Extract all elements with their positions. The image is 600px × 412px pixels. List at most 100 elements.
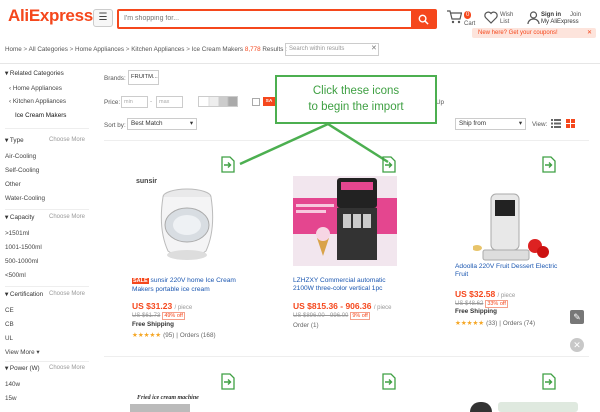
product-card[interactable]: LZHZXY Commercial automatic 2100W three-… bbox=[293, 176, 405, 336]
import-icon bbox=[542, 156, 556, 173]
import-product-button[interactable] bbox=[541, 373, 557, 392]
cart-button[interactable] bbox=[446, 10, 463, 26]
product-title[interactable]: Adoolla 220V Fruit Dessert Electric Frui… bbox=[455, 263, 560, 278]
divider bbox=[0, 63, 600, 64]
product-rating[interactable]: ★★★★★ (95) | Orders (168) bbox=[132, 331, 216, 339]
sale-badge: SALE bbox=[132, 278, 149, 284]
sidebar-item-kitchen-appliances[interactable]: ‹ Kitchen Appliances bbox=[9, 98, 66, 105]
search-input[interactable] bbox=[121, 11, 411, 27]
sidebar-item-ice-cream-makers[interactable]: Ice Cream Makers bbox=[15, 112, 66, 119]
product-image[interactable] bbox=[130, 404, 190, 412]
import-product-button[interactable] bbox=[381, 156, 397, 175]
up-label: Up bbox=[436, 99, 445, 106]
type-option[interactable]: Water-Cooling bbox=[5, 195, 45, 202]
import-product-button[interactable] bbox=[381, 373, 397, 392]
price-range-histogram[interactable] bbox=[198, 96, 238, 107]
close-icon[interactable]: ✕ bbox=[587, 28, 592, 38]
product-image-caption: Fried ice cream machine bbox=[137, 395, 199, 401]
price-min-input[interactable]: min bbox=[121, 96, 148, 108]
brand-chip[interactable]: FRUITM... bbox=[128, 70, 159, 85]
account-button[interactable] bbox=[527, 11, 540, 27]
product-title[interactable]: SALE sunsir 220V home Ice Cream Makers p… bbox=[132, 277, 240, 293]
type-option[interactable]: Air-Cooling bbox=[5, 153, 36, 160]
ship-from-select[interactable]: Ship from ▾ bbox=[455, 118, 526, 130]
coupon-text[interactable]: New here? Get your coupons! bbox=[478, 30, 558, 36]
price-dash: - bbox=[150, 98, 153, 105]
wish-list-label[interactable]: Wish List bbox=[500, 12, 522, 26]
sidebar-item-home-appliances[interactable]: ‹ Home Appliances bbox=[9, 85, 62, 92]
filter-checkbox[interactable] bbox=[252, 98, 260, 106]
free-shipping-label: Free Shipping bbox=[455, 308, 497, 315]
cart-icon bbox=[447, 10, 463, 24]
type-option[interactable]: Other bbox=[5, 181, 21, 188]
signin-text[interactable]: Sign in bbox=[541, 12, 561, 18]
capacity-filter-heading[interactable]: ▾ Capacity bbox=[5, 214, 34, 221]
my-aliexpress-link[interactable]: My AliExpress bbox=[541, 19, 579, 25]
power-option[interactable]: 140w bbox=[5, 381, 20, 388]
product-card[interactable]: sunsir SALE sunsir 220V home Ice Cream M… bbox=[132, 176, 242, 339]
sale-badge-icon: SA bbox=[263, 97, 275, 106]
view-label: View: bbox=[532, 121, 548, 128]
power-option[interactable]: 15w bbox=[5, 395, 17, 402]
breadcrumb-kitchen-appliances[interactable]: Kitchen Appliances bbox=[131, 46, 184, 53]
edit-floating-button[interactable]: ✎ bbox=[570, 310, 584, 324]
sort-select[interactable]: Best Match ▾ bbox=[127, 118, 197, 130]
import-product-button[interactable] bbox=[220, 156, 236, 175]
heart-icon bbox=[484, 11, 498, 24]
power-filter-heading[interactable]: ▾ Power (W) bbox=[5, 365, 40, 372]
product-card[interactable]: Adoolla 220V Fruit Dessert Electric Frui… bbox=[455, 176, 565, 336]
grid-view-icon[interactable] bbox=[566, 119, 575, 130]
product-brand-mark: sunsir bbox=[136, 178, 158, 185]
power-choose-more[interactable]: Choose More bbox=[49, 365, 85, 371]
breadcrumb-all-categories[interactable]: All Categories bbox=[29, 46, 68, 53]
search-icon bbox=[418, 14, 429, 25]
list-view-icon[interactable] bbox=[551, 119, 561, 130]
certification-filter-heading[interactable]: ▾ Certification bbox=[5, 291, 43, 298]
breadcrumb-home[interactable]: Home bbox=[5, 46, 22, 53]
coupon-banner[interactable]: New here? Get your coupons! ✕ bbox=[472, 28, 596, 38]
aliexpress-logo[interactable]: AliExpress bbox=[8, 6, 93, 26]
callout-line-1: Click these icons bbox=[312, 85, 400, 97]
category-menu-button[interactable]: ☰ bbox=[93, 9, 113, 27]
import-product-button[interactable] bbox=[541, 156, 557, 175]
capacity-option[interactable]: 1001-1500ml bbox=[5, 244, 42, 251]
product-image[interactable] bbox=[472, 190, 553, 266]
product-title[interactable]: LZHZXY Commercial automatic 2100W three-… bbox=[293, 277, 399, 292]
capacity-option[interactable]: >1501ml bbox=[5, 230, 29, 237]
certification-choose-more[interactable]: Choose More bbox=[49, 291, 85, 297]
join-link[interactable]: Join bbox=[570, 12, 581, 18]
product-orders[interactable]: Order (1) bbox=[293, 322, 319, 329]
callout-arrows bbox=[239, 122, 389, 166]
price-max-input[interactable]: max bbox=[156, 96, 183, 108]
capacity-option[interactable]: 500-1000ml bbox=[5, 258, 38, 265]
close-floating-button[interactable]: ✕ bbox=[570, 338, 584, 352]
import-product-button[interactable] bbox=[220, 373, 236, 392]
product-image[interactable] bbox=[470, 402, 492, 412]
related-categories-heading: ▾ Related Categories bbox=[5, 70, 64, 77]
product-rating[interactable]: ★★★★★ (33) | Orders (74) bbox=[455, 319, 535, 327]
capacity-choose-more[interactable]: Choose More bbox=[49, 214, 85, 220]
type-choose-more[interactable]: Choose More bbox=[49, 137, 85, 143]
certification-option[interactable]: UL bbox=[5, 335, 13, 342]
search-within-input[interactable]: Search within results bbox=[285, 43, 379, 56]
product-old-price: US $61.73 49% off bbox=[132, 312, 185, 320]
divider bbox=[5, 361, 89, 362]
view-more-link[interactable]: View More ▾ bbox=[5, 349, 40, 356]
sidebar: ▾ Related Categories ‹ Home Appliances ‹… bbox=[5, 70, 93, 412]
certification-option[interactable]: CB bbox=[5, 321, 14, 328]
floating-panel[interactable] bbox=[498, 402, 578, 412]
clear-icon[interactable]: ✕ bbox=[371, 44, 377, 52]
type-filter-heading[interactable]: ▾ Type bbox=[5, 137, 24, 144]
wish-list-button[interactable] bbox=[484, 11, 498, 26]
search-button[interactable] bbox=[411, 11, 435, 27]
certification-option[interactable]: CE bbox=[5, 307, 14, 314]
divider bbox=[104, 356, 589, 357]
breadcrumb-home-appliances[interactable]: Home Appliances bbox=[75, 46, 124, 53]
product-image[interactable] bbox=[293, 176, 397, 266]
pencil-icon: ✎ bbox=[573, 312, 581, 322]
divider bbox=[5, 286, 89, 287]
type-option[interactable]: Self-Cooling bbox=[5, 167, 39, 174]
capacity-option[interactable]: <500ml bbox=[5, 272, 26, 279]
product-image[interactable] bbox=[146, 185, 228, 267]
menu-icon: ☰ bbox=[98, 12, 108, 23]
